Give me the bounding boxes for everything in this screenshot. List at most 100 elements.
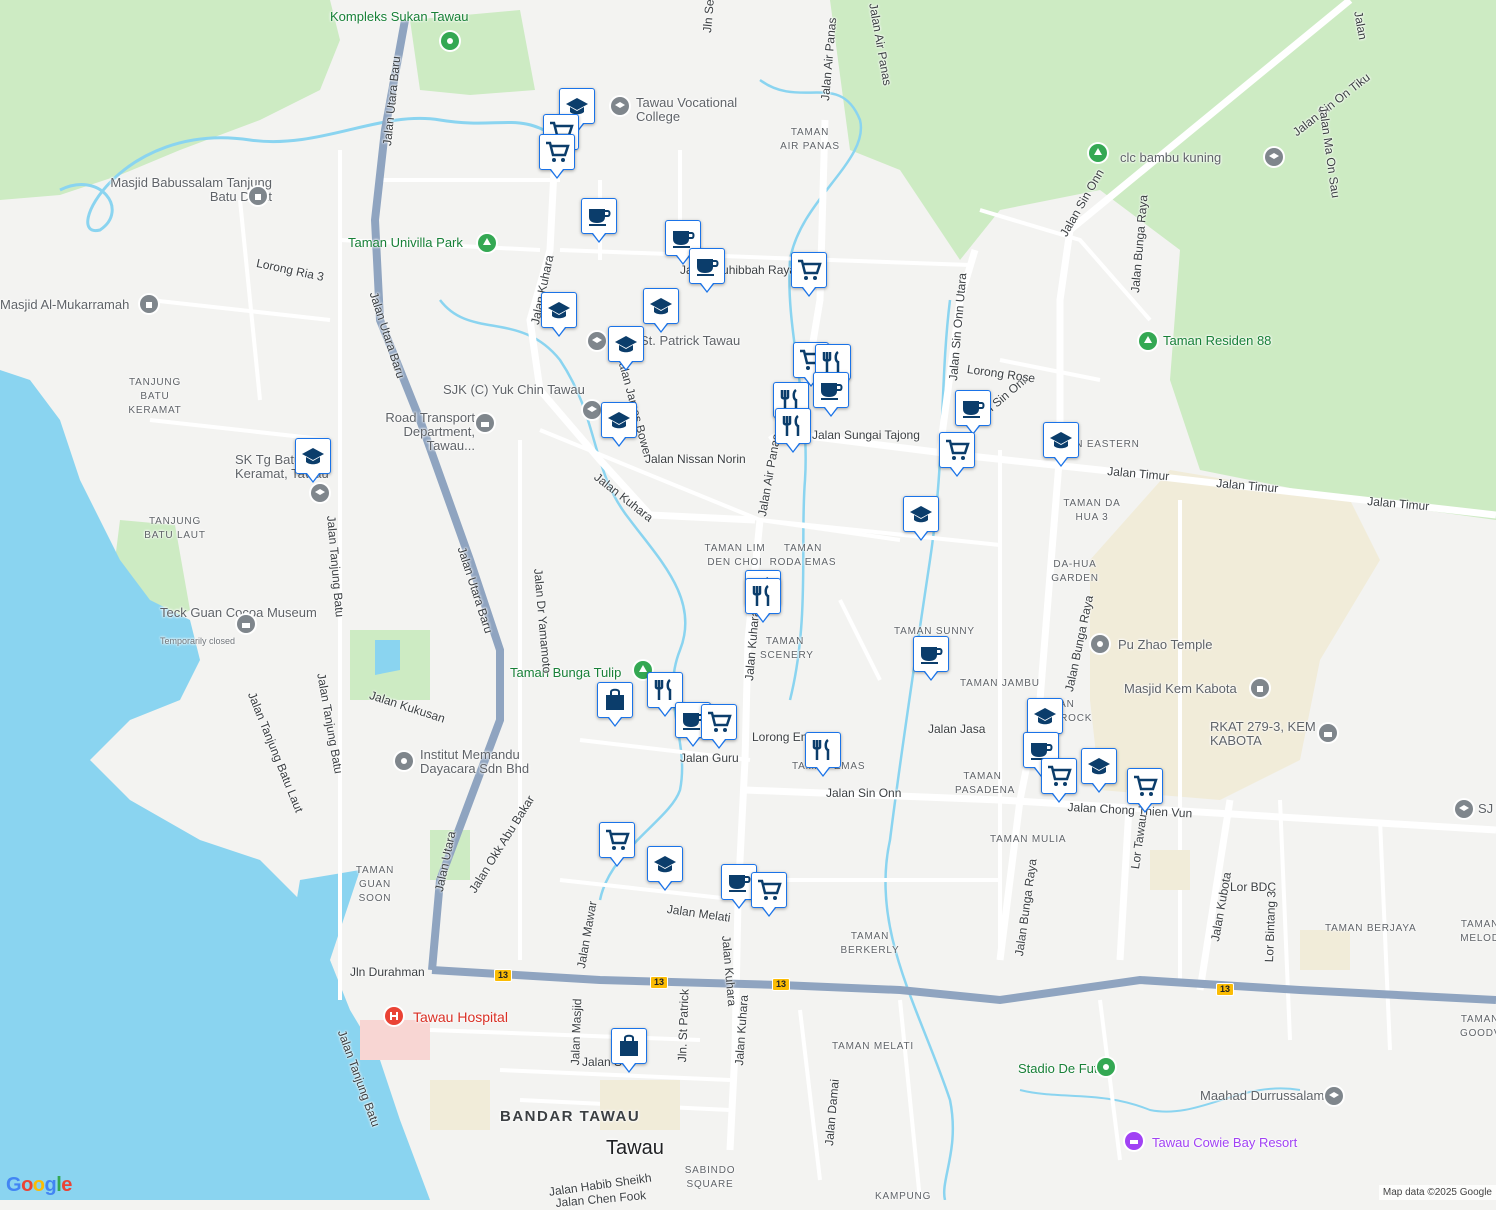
- mosque-icon[interactable]: [249, 187, 267, 205]
- government-icon[interactable]: [476, 414, 494, 432]
- shopping-cart-marker[interactable]: [539, 134, 575, 179]
- taman-da-hua-label: TAMAN DA HUA 3: [1063, 498, 1121, 523]
- route-13-shield: 13: [494, 969, 513, 982]
- tree-icon[interactable]: [1139, 332, 1157, 350]
- maahad-label[interactable]: Maahad Durrussalam: [1200, 1089, 1324, 1103]
- road-transport-label[interactable]: Road Transport Department, Tawau...: [370, 411, 475, 453]
- road-label: Jln. St Patrick: [675, 988, 692, 1063]
- cafe-marker[interactable]: [955, 390, 991, 435]
- school-poi-icon[interactable]: [1325, 1087, 1343, 1105]
- bandar-tawau-label: BANDAR TAWAU: [500, 1108, 641, 1125]
- pu-zhao-label[interactable]: Pu Zhao Temple: [1118, 638, 1212, 652]
- shopping-cart-marker[interactable]: [599, 822, 635, 867]
- school-marker[interactable]: [1027, 698, 1063, 743]
- taman-guan-soon-label: TAMAN GUAN SOON: [355, 865, 395, 904]
- cafe-icon: [963, 401, 985, 418]
- taman-univilla-label[interactable]: Taman Univilla Park: [348, 236, 463, 250]
- sjk-yuk-chin-label[interactable]: SJK (C) Yuk Chin Tawau: [443, 383, 585, 397]
- taman-melati-label: TAMAN MELATI: [832, 1041, 915, 1052]
- lake: [375, 640, 400, 675]
- road-label: Jalan Sungai Tajong: [812, 428, 920, 442]
- school-marker[interactable]: [643, 288, 679, 333]
- school-poi-icon[interactable]: [583, 401, 601, 419]
- hospital-icon[interactable]: [385, 1007, 403, 1025]
- school-icon: [615, 336, 637, 353]
- masjid-kem-label[interactable]: Masjid Kem Kabota: [1124, 682, 1237, 696]
- tree-icon[interactable]: [478, 234, 496, 252]
- shopping-bag-marker[interactable]: [611, 1028, 647, 1073]
- shopping-cart-icon: [798, 259, 822, 280]
- government-icon[interactable]: [1319, 724, 1337, 742]
- shopping-cart-marker[interactable]: [939, 432, 975, 477]
- route-13-shield: 13: [650, 976, 669, 989]
- taman-mulia-label: TAMAN MULIA: [990, 834, 1067, 845]
- tawau-hospital-label[interactable]: Tawau Hospital: [413, 1010, 508, 1024]
- school-marker[interactable]: [647, 846, 683, 891]
- cafe-marker[interactable]: [913, 636, 949, 681]
- mosque-icon[interactable]: [140, 295, 158, 313]
- school-icon: [1050, 432, 1072, 449]
- kampung-label: KAMPUNG: [875, 1191, 932, 1202]
- school-marker[interactable]: [541, 292, 577, 337]
- tawau-vocational-label[interactable]: Tawau Vocational College: [636, 96, 756, 124]
- institut-memandu-label[interactable]: Institut Memandu Dayacara Sdn Bhd: [420, 748, 540, 776]
- school-poi-icon[interactable]: [611, 97, 629, 115]
- taman-jambu-label: TAMAN JAMBU: [960, 678, 1040, 689]
- school-poi-icon[interactable]: [588, 332, 606, 350]
- taman-scenery-label: TAMAN SCENERY: [760, 636, 814, 661]
- masjid-mukarramah-label[interactable]: Masjid Al-Mukarramah: [0, 298, 129, 312]
- school-poi-icon[interactable]: [311, 484, 329, 502]
- cafe-marker[interactable]: [581, 198, 617, 243]
- hotel-icon[interactable]: [1125, 1132, 1143, 1150]
- temple-icon[interactable]: [1091, 635, 1109, 653]
- map-attribution[interactable]: Map data ©2025 Google: [1378, 1185, 1496, 1200]
- highway-utara-baru: [370, 19, 504, 971]
- school-marker[interactable]: [601, 402, 637, 447]
- town-block-3: [1150, 850, 1190, 890]
- clc-bambu-label[interactable]: clc bambu kuning: [1120, 151, 1221, 165]
- school-marker[interactable]: [1081, 748, 1117, 793]
- school-poi-icon[interactable]: [1455, 800, 1473, 818]
- park-icon[interactable]: [441, 32, 459, 50]
- forest-area-ne: [830, 0, 1496, 520]
- road-label: Lor Bintang 3: [1262, 890, 1279, 963]
- rkat-label[interactable]: RKAT 279-3, KEM KABOTA: [1210, 720, 1320, 748]
- shopping-cart-marker[interactable]: [1041, 758, 1077, 803]
- taman-bunga-tulip-label[interactable]: Taman Bunga Tulip: [510, 666, 621, 680]
- taman-melod-label: TAMAN MELOD: [1460, 919, 1496, 944]
- masjid-babussalam-label[interactable]: Masjid Babussalam Tanjung Batu Darat: [92, 176, 272, 204]
- kompleks-sukan-label[interactable]: Kompleks Sukan Tawau: [330, 10, 469, 24]
- restaurant-icon: [782, 414, 800, 436]
- school-marker[interactable]: [608, 326, 644, 371]
- taman-residen-label[interactable]: Taman Residen 88: [1163, 334, 1271, 348]
- stadium-icon[interactable]: [1097, 1058, 1115, 1076]
- mosque-icon[interactable]: [1251, 679, 1269, 697]
- shopping-cart-marker[interactable]: [791, 252, 827, 297]
- cowie-bay-label[interactable]: Tawau Cowie Bay Resort: [1152, 1136, 1297, 1150]
- restaurant-marker[interactable]: [805, 732, 841, 777]
- highway-route-13: [431, 966, 1496, 1005]
- cafe-marker[interactable]: [813, 372, 849, 417]
- road-label: Jalan Jasa: [928, 722, 986, 736]
- st-patrick-label[interactable]: St. Patrick Tawau: [640, 334, 740, 348]
- shopping-cart-marker[interactable]: [751, 872, 787, 917]
- sj-edge-label[interactable]: SJ: [1478, 802, 1493, 816]
- cafe-marker[interactable]: [689, 248, 725, 293]
- shopping-cart-icon: [546, 141, 570, 162]
- teck-guan-status: Temporarily closed: [160, 636, 236, 646]
- tree-icon[interactable]: [1089, 144, 1107, 162]
- shopping-bag-marker[interactable]: [597, 682, 633, 727]
- restaurant-marker[interactable]: [745, 578, 781, 623]
- taman-pasadena-label: TAMAN PASADENA: [955, 771, 1016, 796]
- restaurant-marker[interactable]: [775, 408, 811, 453]
- school-poi-icon[interactable]: [1265, 148, 1283, 166]
- museum-icon[interactable]: [237, 615, 255, 633]
- school-marker[interactable]: [903, 496, 939, 541]
- location-icon[interactable]: [395, 752, 413, 770]
- shopping-cart-marker[interactable]: [1127, 768, 1163, 813]
- map-canvas[interactable]: Kompleks Sukan Tawau Tawau Vocational Co…: [0, 0, 1496, 1210]
- school-marker[interactable]: [1043, 422, 1079, 467]
- school-marker[interactable]: [295, 438, 331, 483]
- shopping-cart-marker[interactable]: [701, 704, 737, 749]
- cafe-icon: [821, 383, 843, 400]
